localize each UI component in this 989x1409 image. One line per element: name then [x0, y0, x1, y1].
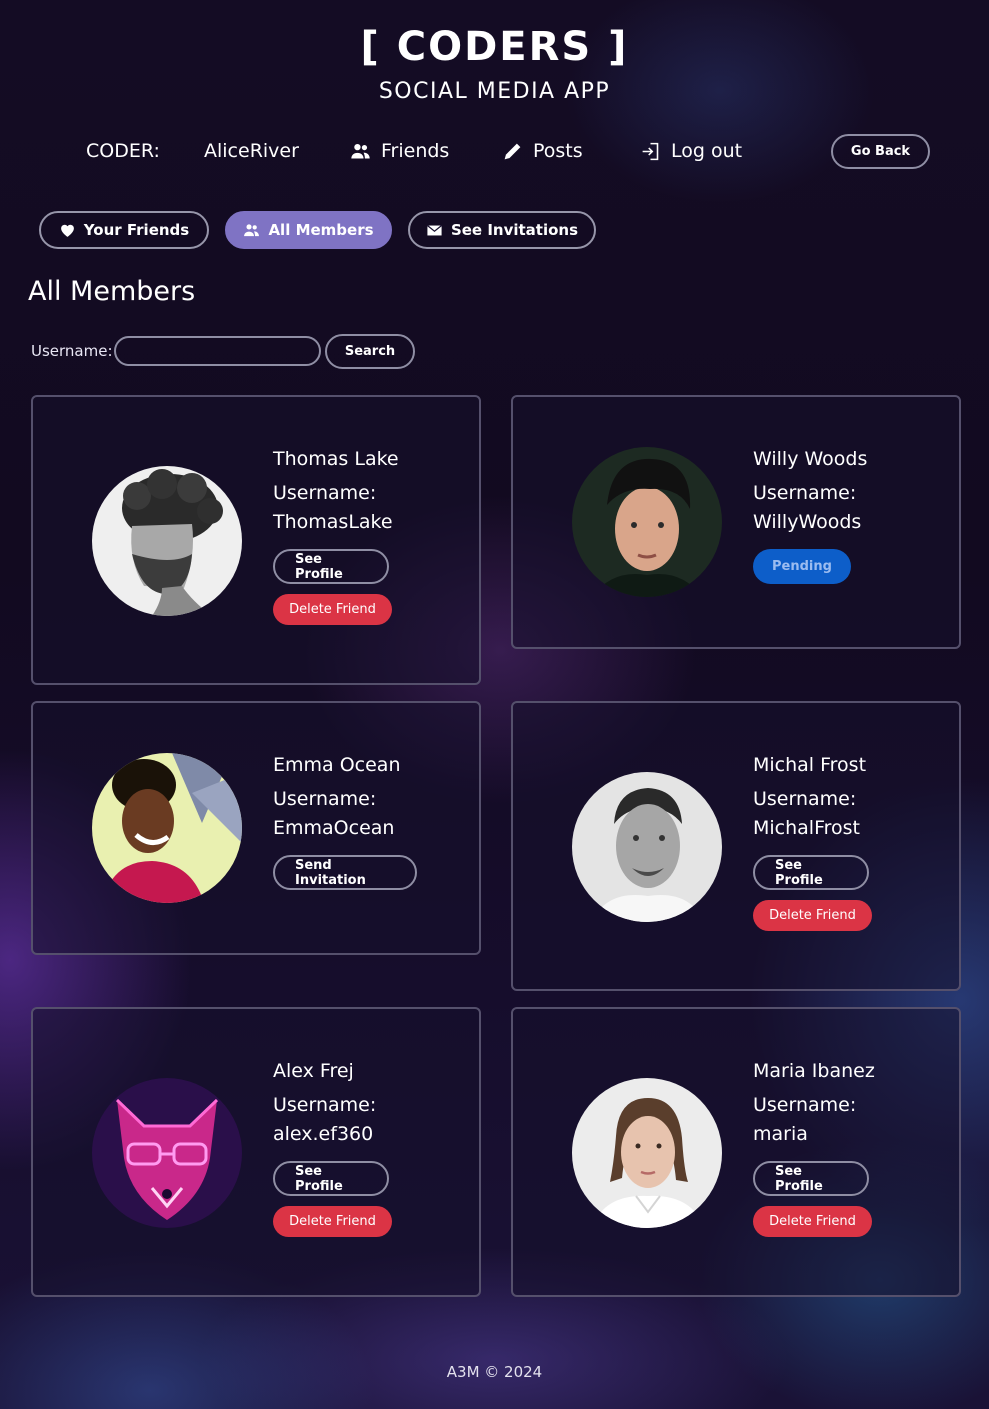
username-search-input[interactable] — [114, 336, 321, 366]
member-info: Michal Frost Username: MichalFrost See P… — [753, 754, 872, 931]
avatar[interactable] — [92, 753, 242, 903]
avatar[interactable] — [572, 1078, 722, 1228]
your-friends-label: Your Friends — [83, 221, 190, 239]
member-name: Willy Woods — [753, 448, 868, 470]
section-title: All Members — [28, 276, 196, 307]
username-label: Username: — [273, 482, 377, 504]
send-invitation-button[interactable]: Send Invitation — [273, 855, 417, 890]
member-card: Michal Frost Username: MichalFrost See P… — [511, 701, 961, 991]
pencil-icon — [504, 143, 521, 159]
nav-logout-link[interactable]: Log out — [640, 140, 742, 162]
your-friends-button[interactable]: Your Friends — [39, 211, 209, 249]
app-title: [ CODERS ] — [360, 24, 629, 70]
member-card: Willy Woods Username: WillyWoods Pending — [511, 395, 961, 649]
member-username: EmmaOcean — [273, 817, 395, 839]
envelope-icon — [426, 224, 442, 235]
member-info: Alex Frej Username: alex.ef360 See Profi… — [273, 1060, 392, 1237]
member-card: Maria Ibanez Username: maria See Profile… — [511, 1007, 961, 1297]
avatar-alex-frej — [92, 1078, 242, 1228]
footer-copyright: A3M © 2024 — [446, 1363, 543, 1381]
avatar[interactable] — [572, 772, 722, 922]
avatar[interactable] — [572, 447, 722, 597]
go-back-button[interactable]: Go Back — [831, 134, 930, 169]
nav-username[interactable]: AliceRiver — [204, 140, 299, 162]
member-username: maria — [753, 1123, 808, 1145]
nav-logout-label: Log out — [671, 140, 743, 162]
delete-friend-button[interactable]: Delete Friend — [273, 594, 392, 625]
member-username: alex.ef360 — [273, 1123, 374, 1145]
username-label: Username: — [753, 1094, 857, 1116]
avatar[interactable] — [92, 466, 242, 616]
all-members-button[interactable]: All Members — [225, 211, 392, 249]
delete-friend-button[interactable]: Delete Friend — [273, 1206, 392, 1237]
member-name: Thomas Lake — [273, 448, 399, 470]
see-profile-button[interactable]: See Profile — [753, 1161, 869, 1196]
username-search-label: Username: — [31, 342, 113, 360]
see-invitations-button[interactable]: See Invitations — [408, 211, 596, 249]
all-members-label: All Members — [268, 221, 374, 239]
avatar-emma-ocean — [92, 753, 242, 903]
member-username: MichalFrost — [753, 817, 860, 839]
see-invitations-label: See Invitations — [450, 221, 579, 239]
avatar-thomas-lake — [92, 466, 242, 616]
heart-icon — [60, 224, 74, 237]
people-icon — [351, 143, 370, 158]
nav-posts-label: Posts — [533, 140, 583, 162]
coder-label: CODER: — [86, 140, 160, 162]
member-info: Willy Woods Username: WillyWoods Pending — [753, 448, 867, 584]
see-profile-button[interactable]: See Profile — [753, 855, 869, 890]
username-label: Username: — [753, 482, 857, 504]
member-card: Alex Frej Username: alex.ef360 See Profi… — [31, 1007, 481, 1297]
member-card: Thomas Lake Username: ThomasLake See Pro… — [31, 395, 481, 685]
logout-icon — [642, 142, 659, 160]
member-name: Emma Ocean — [273, 754, 401, 776]
username-label: Username: — [273, 1094, 377, 1116]
delete-friend-button[interactable]: Delete Friend — [753, 900, 872, 931]
member-info: Emma Ocean Username: EmmaOcean Send Invi… — [273, 754, 417, 890]
nav-friends-link[interactable]: Friends — [350, 140, 449, 162]
username-label: Username: — [753, 788, 857, 810]
nav-friends-label: Friends — [381, 140, 450, 162]
member-name: Alex Frej — [273, 1060, 354, 1082]
coder-label-text: CODER: — [86, 140, 160, 162]
avatar-maria-ibanez — [572, 1078, 722, 1228]
avatar[interactable] — [92, 1078, 242, 1228]
nav-username-text: AliceRiver — [204, 140, 299, 162]
see-profile-button[interactable]: See Profile — [273, 549, 389, 584]
nav-posts-link[interactable]: Posts — [502, 140, 583, 162]
avatar-michal-frost — [572, 772, 722, 922]
username-label: Username: — [273, 788, 377, 810]
people-icon — [244, 223, 260, 236]
member-username: ThomasLake — [273, 511, 393, 533]
pending-button[interactable]: Pending — [753, 549, 851, 584]
member-info: Maria Ibanez Username: maria See Profile… — [753, 1060, 875, 1237]
member-name: Maria Ibanez — [753, 1060, 875, 1082]
search-button[interactable]: Search — [325, 334, 415, 369]
see-profile-button[interactable]: See Profile — [273, 1161, 389, 1196]
member-info: Thomas Lake Username: ThomasLake See Pro… — [273, 448, 399, 625]
member-card: Emma Ocean Username: EmmaOcean Send Invi… — [31, 701, 481, 955]
delete-friend-button[interactable]: Delete Friend — [753, 1206, 872, 1237]
avatar-willy-woods — [572, 447, 722, 597]
member-name: Michal Frost — [753, 754, 867, 776]
app-subtitle: SOCIAL MEDIA APP — [378, 79, 611, 104]
member-username: WillyWoods — [753, 511, 862, 533]
